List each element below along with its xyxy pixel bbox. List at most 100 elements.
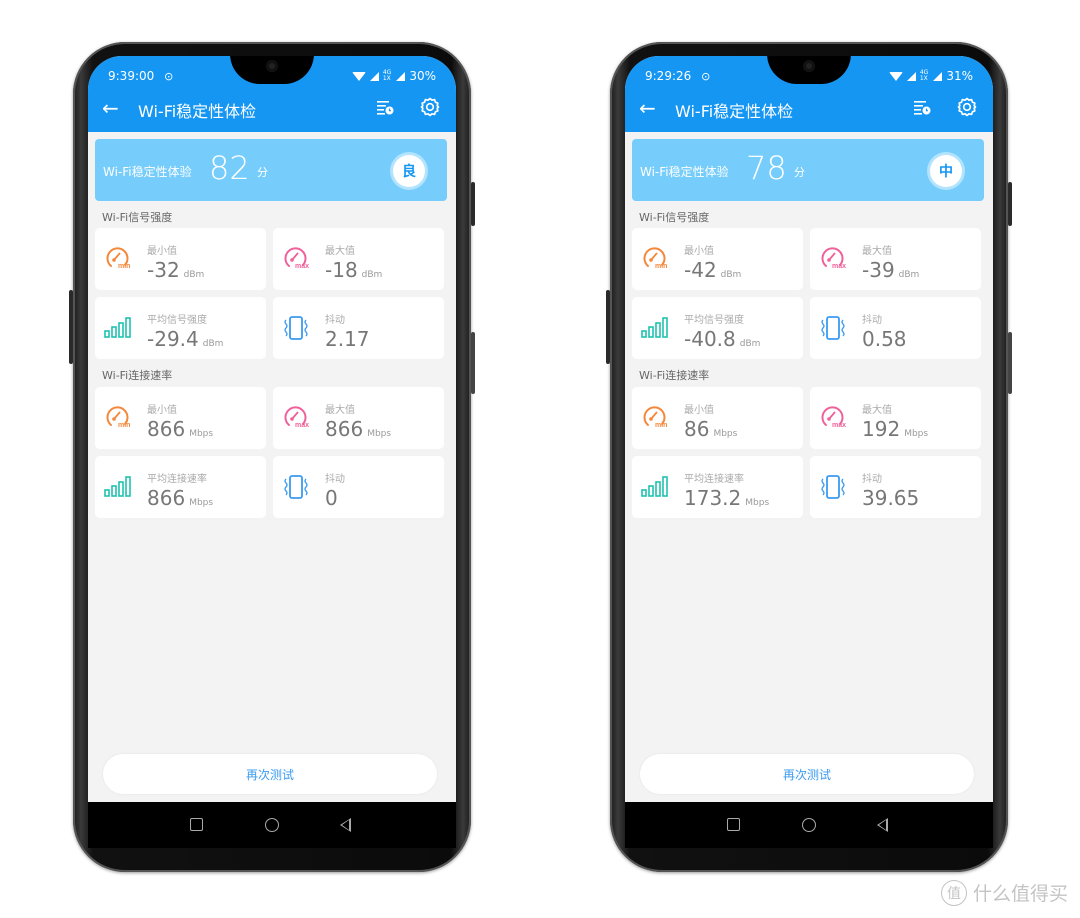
score-unit: 分: [794, 166, 805, 179]
watermark-text: 什么值得买: [972, 883, 1068, 905]
history-list-icon[interactable]: [913, 99, 931, 115]
status-time: 9:39:00: [108, 69, 155, 83]
status-bar-right: 4G 1X 31%: [888, 69, 973, 83]
metric-value: 0.58: [862, 327, 911, 351]
recent-apps-icon[interactable]: [190, 818, 203, 831]
back-arrow-icon[interactable]: ←: [639, 98, 656, 118]
metric-label: 平均信号强度: [684, 315, 744, 326]
metric-value: -42 dBm: [684, 258, 741, 282]
metric-label: 最大值: [862, 246, 892, 257]
metric-value: 866 Mbps: [147, 417, 213, 441]
section-label-signal: Wi-Fi信号强度: [102, 211, 173, 224]
metric-value: 866 Mbps: [325, 417, 391, 441]
metric-number: -32: [147, 258, 180, 282]
signal-max-card: max 最大值 -18 dBm: [273, 228, 444, 290]
metric-label: 抖动: [325, 315, 345, 326]
signal-bars-icon: [640, 472, 670, 502]
signal-bars-icon: [640, 313, 670, 343]
status-bar-left: 9:39:00 ⊙: [108, 69, 173, 83]
nav-back-icon[interactable]: [340, 818, 351, 832]
metric-number: -42: [684, 258, 717, 282]
network-type-bottom: 1X: [919, 75, 928, 82]
vibrate-phone-icon: [281, 472, 311, 502]
signal-jitter-card: 抖动 0.58: [810, 297, 981, 359]
metric-label: 最大值: [862, 405, 892, 416]
side-button: [69, 290, 73, 364]
recent-apps-icon[interactable]: [727, 818, 740, 831]
side-button: [1008, 182, 1012, 226]
rate-max-card: max 最大值 192 Mbps: [810, 387, 981, 449]
score-value: 82: [209, 149, 250, 187]
metric-number: 866: [147, 486, 186, 510]
metric-number: 2.17: [325, 327, 370, 351]
section-label-signal: Wi-Fi信号强度: [639, 211, 710, 224]
svg-text:min: min: [118, 263, 130, 270]
grade-badge: 中: [930, 155, 962, 187]
metric-unit: Mbps: [745, 498, 770, 508]
page-title: Wi-Fi稳定性体检: [138, 102, 257, 121]
home-icon[interactable]: [265, 818, 279, 832]
rate-avg-card: 平均连接速率 173.2 Mbps: [632, 456, 803, 518]
home-icon[interactable]: [802, 818, 816, 832]
score-label: Wi-Fi稳定性体验: [103, 165, 192, 179]
nav-back-icon[interactable]: [877, 818, 888, 832]
settings-gear-icon[interactable]: [420, 97, 440, 117]
camera-notch: [767, 56, 851, 84]
speedometer-min-icon: min: [640, 403, 670, 433]
signal-min-card: min 最小值 -42 dBm: [632, 228, 803, 290]
watermark: 值 什么值得买: [940, 879, 1068, 906]
score-card: Wi-Fi稳定性体验 82 分 良: [95, 139, 447, 201]
svg-text:min: min: [655, 422, 667, 429]
metric-unit: dBm: [739, 339, 761, 349]
speedometer-min-icon: min: [103, 244, 133, 274]
rate-min-card: min 最小值 866 Mbps: [95, 387, 266, 449]
history-list-icon[interactable]: [376, 99, 394, 115]
camera-notch: [230, 56, 314, 84]
side-button: [471, 332, 475, 394]
retest-button[interactable]: 再次测试: [640, 754, 974, 794]
metric-unit: Mbps: [367, 429, 392, 439]
speedometer-max-icon: max: [281, 244, 311, 274]
metric-value: -29.4 dBm: [147, 327, 223, 351]
wifi-icon: [351, 71, 366, 81]
speedometer-min-icon: min: [103, 403, 133, 433]
metric-unit: dBm: [720, 270, 742, 280]
score-value: 78: [746, 149, 787, 187]
side-button: [471, 182, 475, 226]
signal-max-card: max 最大值 -39 dBm: [810, 228, 981, 290]
metric-label: 抖动: [862, 315, 882, 326]
metric-number: -39: [862, 258, 895, 282]
metric-value: 39.65: [862, 486, 923, 510]
metric-value: 866 Mbps: [147, 486, 213, 510]
signal-bars-icon: [103, 472, 133, 502]
metric-number: -40.8: [684, 327, 736, 351]
metric-number: 866: [325, 417, 364, 441]
app-bar: 9:39:00 ⊙ 4G 1X 30% ← Wi-Fi稳定性体检: [88, 56, 456, 132]
metric-number: -29.4: [147, 327, 199, 351]
metric-label: 平均信号强度: [147, 315, 207, 326]
metric-value: 86 Mbps: [684, 417, 737, 441]
metric-unit: Mbps: [713, 429, 738, 439]
svg-text:max: max: [295, 422, 309, 429]
metric-number: 866: [147, 417, 186, 441]
settings-gear-icon[interactable]: [957, 97, 977, 117]
metric-label: 最小值: [684, 246, 714, 257]
nav-bar: [88, 802, 456, 848]
app-bar: 9:29:26 ⊙ 4G 1X 31% ← Wi-Fi稳定性体检: [625, 56, 993, 132]
metric-value: 192 Mbps: [862, 417, 928, 441]
network-type-icon: 4G 1X: [920, 70, 928, 82]
location-icon: ⊙: [164, 70, 174, 83]
metric-label: 抖动: [862, 474, 882, 485]
metric-value: -39 dBm: [862, 258, 919, 282]
vibrate-phone-icon: [281, 313, 311, 343]
back-arrow-icon[interactable]: ←: [102, 98, 119, 118]
metric-number: 173.2: [684, 486, 742, 510]
rate-max-card: max 最大值 866 Mbps: [273, 387, 444, 449]
grade-badge: 良: [393, 155, 425, 187]
network-type-icon: 4G 1X: [383, 70, 391, 82]
signal-avg-card: 平均信号强度 -29.4 dBm: [95, 297, 266, 359]
signal-bars-icon: [103, 313, 133, 343]
cell-signal-icon: [396, 71, 406, 81]
retest-button[interactable]: 再次测试: [103, 754, 437, 794]
metric-value: 0: [325, 486, 342, 510]
